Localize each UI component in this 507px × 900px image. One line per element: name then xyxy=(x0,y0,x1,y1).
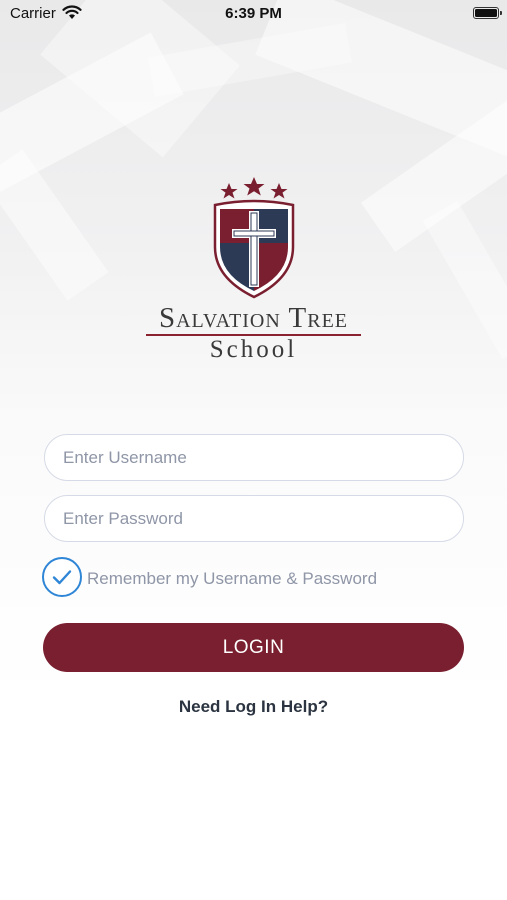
remember-label[interactable]: Remember my Username & Password xyxy=(87,569,377,589)
brand-subtitle: School xyxy=(209,336,298,363)
battery-icon xyxy=(473,7,502,19)
remember-checkbox[interactable] xyxy=(42,557,82,597)
username-input[interactable] xyxy=(45,435,463,480)
clock: 6:39 PM xyxy=(225,5,282,22)
password-input[interactable] xyxy=(45,496,463,541)
password-field[interactable] xyxy=(44,495,464,542)
shield-cross-logo xyxy=(213,177,295,299)
status-bar: Carrier 6:39 PM xyxy=(0,0,507,28)
login-button[interactable]: LOGIN xyxy=(43,623,464,672)
check-icon xyxy=(52,570,72,585)
login-help-link[interactable]: Need Log In Help? xyxy=(0,697,507,717)
username-field[interactable] xyxy=(44,434,464,481)
brand-name: Salvation Tree xyxy=(158,302,349,334)
